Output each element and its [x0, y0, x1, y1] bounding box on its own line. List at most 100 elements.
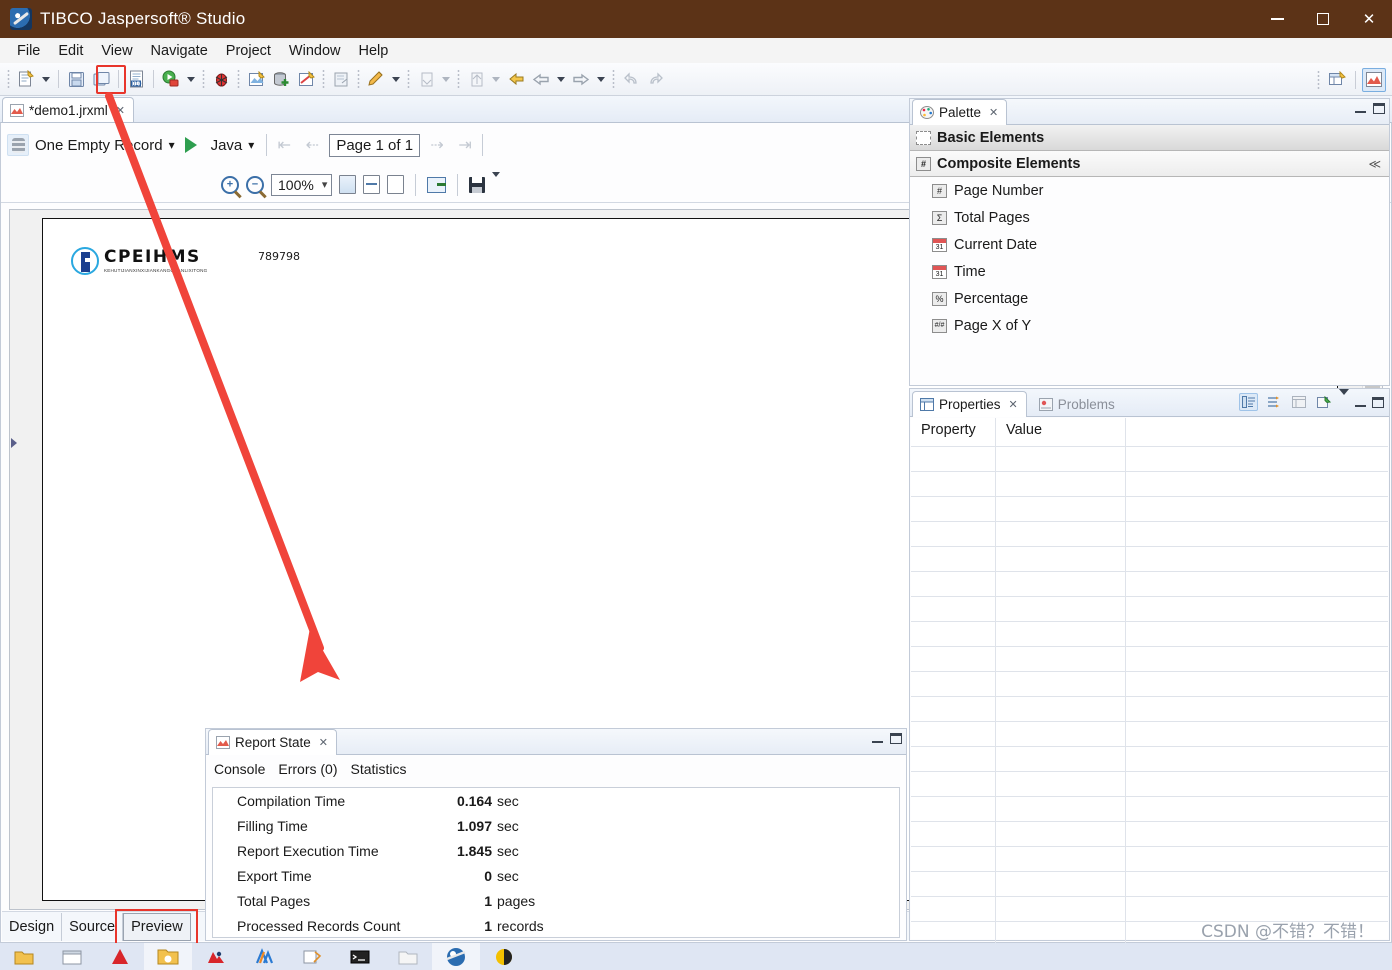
zoom-in-icon[interactable]: + — [221, 175, 239, 194]
subtab-statistics[interactable]: Statistics — [351, 761, 407, 777]
send-mail-icon[interactable] — [427, 176, 447, 193]
import-icon[interactable] — [414, 67, 438, 91]
close-icon[interactable]: ✕ — [319, 736, 328, 749]
toolbar-drag-handle[interactable] — [457, 69, 460, 89]
terminal-icon[interactable] — [336, 943, 384, 970]
minimize-icon[interactable] — [872, 741, 883, 743]
show-categories-icon[interactable] — [1239, 393, 1258, 411]
show-advanced-icon[interactable] — [1264, 393, 1283, 411]
fit-page-icon[interactable] — [339, 175, 357, 194]
window-icon[interactable] — [48, 943, 96, 970]
palette-item-percentage[interactable]: % Percentage — [910, 285, 1389, 312]
zoom-out-icon[interactable]: − — [246, 175, 264, 194]
pin-icon[interactable]: ≪ — [1368, 157, 1381, 171]
table-row[interactable] — [911, 871, 1388, 896]
run-dropdown-caret[interactable] — [184, 67, 198, 91]
palette-section-basic-elements[interactable]: Basic Elements — [910, 125, 1389, 151]
edit-icon[interactable] — [364, 67, 388, 91]
toolbar-drag-handle[interactable] — [7, 69, 10, 89]
import-dropdown-caret[interactable] — [439, 67, 453, 91]
menu-edit[interactable]: Edit — [49, 41, 92, 61]
debug-icon[interactable] — [209, 67, 233, 91]
back-icon[interactable] — [529, 67, 553, 91]
toolbar-drag-handle[interactable] — [357, 69, 360, 89]
new-wizard-icon[interactable] — [294, 67, 318, 91]
tab-problems[interactable]: Problems — [1031, 391, 1124, 417]
subtab-console[interactable]: Console — [214, 761, 265, 777]
export-icon[interactable] — [329, 67, 353, 91]
language-dropdown-caret[interactable]: ▾ — [248, 138, 254, 152]
table-row[interactable] — [911, 771, 1388, 796]
tab-report-state[interactable]: Report State ✕ — [208, 729, 338, 755]
new-dropdown-caret[interactable] — [39, 67, 53, 91]
table-row[interactable] — [911, 621, 1388, 646]
menu-file[interactable]: File — [8, 41, 49, 61]
table-row[interactable] — [911, 521, 1388, 546]
blank-folder-icon[interactable] — [384, 943, 432, 970]
palette-item-time[interactable]: 31 Time — [910, 258, 1389, 285]
menu-project[interactable]: Project — [217, 41, 280, 61]
datasource-dropdown-caret[interactable]: ▾ — [169, 138, 175, 152]
zoom-level-select[interactable]: 100% ▾ — [271, 173, 333, 196]
table-row[interactable] — [911, 496, 1388, 521]
datasource-value[interactable]: One Empty Record — [35, 137, 163, 154]
export-2-dropdown-caret[interactable] — [489, 67, 503, 91]
media-icon[interactable] — [240, 943, 288, 970]
menu-help[interactable]: Help — [350, 41, 398, 61]
maximize-icon[interactable] — [890, 733, 902, 744]
perspective-report-icon[interactable] — [1362, 67, 1386, 92]
undo-icon[interactable] — [619, 67, 643, 91]
last-page-icon[interactable]: ⇥ — [454, 135, 476, 155]
close-icon[interactable]: ✕ — [1009, 398, 1018, 411]
minimize-icon[interactable] — [1355, 404, 1366, 407]
table-row[interactable] — [911, 821, 1388, 846]
close-button[interactable]: ✕ — [1346, 0, 1392, 38]
save-all-icon[interactable] — [89, 67, 113, 91]
fit-width-icon[interactable] — [363, 175, 381, 194]
close-icon[interactable]: ✕ — [116, 104, 125, 117]
table-row[interactable] — [911, 746, 1388, 771]
jaspersoft-icon[interactable] — [432, 943, 480, 970]
first-page-icon[interactable]: ⇤ — [273, 135, 295, 155]
palette-item-page-x-of-y[interactable]: #/# Page X of Y — [910, 312, 1389, 339]
photoshop-icon[interactable] — [192, 943, 240, 970]
maximize-button[interactable] — [1300, 0, 1346, 38]
new-datasource-icon[interactable] — [269, 67, 293, 91]
view-menu-icon[interactable] — [1339, 388, 1349, 410]
table-row[interactable] — [911, 696, 1388, 721]
compile-report-icon[interactable]: 010 — [124, 67, 148, 91]
restore-defaults-icon[interactable] — [1289, 393, 1308, 411]
datasource-icon[interactable] — [7, 134, 29, 156]
table-row[interactable] — [911, 846, 1388, 871]
forward-icon[interactable] — [569, 67, 593, 91]
tab-source[interactable]: Source — [62, 912, 124, 941]
table-row[interactable] — [911, 596, 1388, 621]
toolbar-drag-handle[interactable] — [612, 69, 615, 89]
new-icon[interactable] — [14, 67, 38, 91]
menu-navigate[interactable]: Navigate — [142, 41, 217, 61]
maximize-icon[interactable] — [1373, 103, 1385, 114]
run-icon[interactable] — [159, 67, 183, 91]
pdf-reader-icon[interactable] — [96, 943, 144, 970]
table-row[interactable] — [911, 796, 1388, 821]
tab-design[interactable]: Design — [2, 912, 63, 941]
back-dropdown-caret[interactable] — [554, 67, 568, 91]
toolbar-drag-handle[interactable] — [202, 69, 205, 89]
palette-item-total-pages[interactable]: Σ Total Pages — [910, 204, 1389, 231]
palette-section-composite-elements[interactable]: # Composite Elements ≪ — [910, 151, 1389, 177]
export-2-icon[interactable] — [464, 67, 488, 91]
menu-view[interactable]: View — [92, 41, 141, 61]
toolbar-drag-handle[interactable] — [1317, 69, 1320, 90]
file-explorer-icon[interactable] — [0, 943, 48, 970]
pin-properties-icon[interactable] — [1314, 393, 1333, 411]
toolbar-drag-handle[interactable] — [237, 69, 240, 89]
next-page-icon[interactable]: ⇢ — [426, 135, 448, 155]
edit-dropdown-caret[interactable] — [389, 67, 403, 91]
minimize-icon[interactable] — [1355, 111, 1366, 113]
tab-demo1-jrxml[interactable]: *demo1.jrxml ✕ — [2, 97, 134, 123]
menu-window[interactable]: Window — [280, 41, 350, 61]
toolbar-drag-handle[interactable] — [407, 69, 410, 89]
save-export-icon[interactable] — [469, 176, 486, 193]
language-value[interactable]: Java — [211, 137, 243, 154]
table-row[interactable] — [911, 446, 1388, 471]
